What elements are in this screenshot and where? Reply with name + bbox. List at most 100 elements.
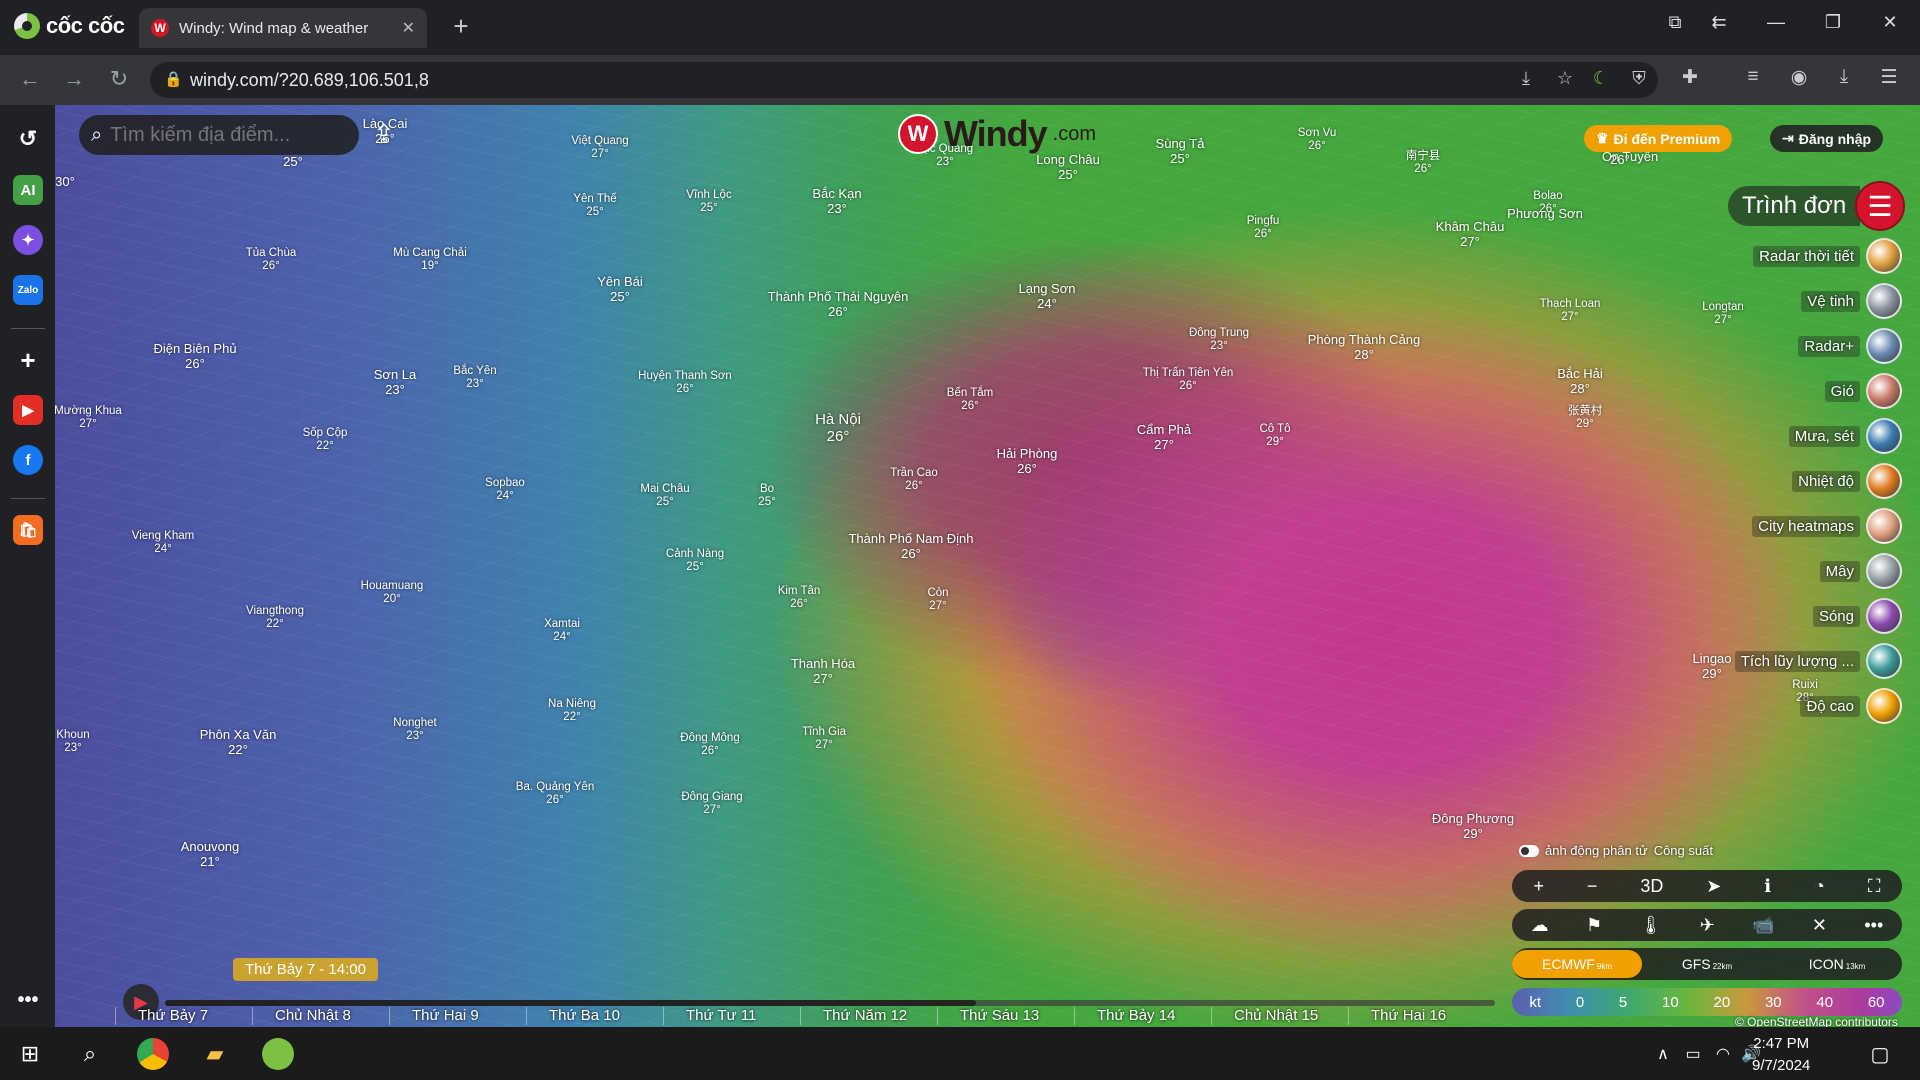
city-label[interactable]: Bến Tắm 26° (947, 387, 993, 413)
zoom-out-button[interactable]: − (1587, 876, 1598, 897)
layer-item[interactable]: Vệ tinh (1801, 283, 1902, 319)
timeline-day[interactable]: Thứ Tư 11 (663, 1007, 800, 1025)
particle-animation-toggle[interactable]: ảnh động phân tử Công suất (1519, 843, 1713, 858)
shopee-icon[interactable]: 🛍 (13, 515, 43, 545)
timeline-day[interactable]: Thứ Bảy 7 (115, 1007, 252, 1025)
city-label[interactable]: Điện Biên Phủ 26° (153, 341, 236, 372)
restore-button[interactable]: ❐ (1813, 12, 1853, 33)
city-label[interactable]: Thị Trấn Tiên Yên 26° (1143, 367, 1234, 393)
hamburger-menu-button[interactable]: ☰ (1855, 181, 1905, 231)
city-label[interactable]: Thanh Hóa 27° (791, 656, 855, 687)
city-label[interactable]: Vieng Kham 24° (132, 530, 194, 556)
install-app-icon[interactable]: ⤓ (1511, 68, 1541, 89)
timeline-day[interactable]: Thứ Sáu 13 (937, 1007, 1074, 1025)
city-label[interactable]: Viangthong 22° (246, 605, 304, 631)
url-text[interactable]: windy.com/?20.689,106.501,8 (190, 70, 429, 91)
city-label[interactable]: Thạch Loan 27° (1540, 298, 1601, 324)
coccoc-taskbar-icon[interactable] (262, 1038, 294, 1070)
extensions-icon[interactable]: ✚ (1673, 66, 1707, 89)
layer-item[interactable]: Mưa, sét (1788, 418, 1902, 454)
close-window-button[interactable]: ✕ (1870, 12, 1910, 33)
flag-icon[interactable]: ⚑ (1586, 915, 1602, 936)
city-label[interactable]: Yên Thế 25° (573, 193, 616, 219)
3d-button[interactable]: 3D (1640, 876, 1663, 897)
city-label[interactable]: Mường Khua 27° (55, 405, 122, 431)
reload-button[interactable]: ↻ (102, 66, 136, 92)
minimize-button[interactable]: — (1756, 12, 1796, 33)
city-label[interactable]: Thành Phố Nam Định 26° (848, 531, 973, 562)
city-label[interactable]: Xamtai 24° (544, 618, 580, 644)
active-tab[interactable]: W Windy: Wind map & weather ✕ (139, 8, 427, 48)
city-label[interactable]: Cẩm Phả 27° (1137, 422, 1191, 453)
menu-label[interactable]: Trình đơn (1728, 186, 1861, 226)
current-time-bubble[interactable]: Thứ Bảy 7 - 14:00 (233, 958, 378, 981)
city-label[interactable]: Cô Tô 29° (1259, 423, 1290, 449)
shield-icon[interactable]: ⛨ (1624, 68, 1654, 89)
city-label[interactable]: Khâm Châu 27° (1436, 219, 1505, 250)
city-label[interactable]: Hải Phòng 26° (997, 446, 1058, 477)
city-label[interactable]: Cảnh Nàng 25° (666, 548, 724, 574)
browser-brand[interactable]: cốc cốc (14, 13, 125, 39)
timeline-day[interactable]: Chủ Nhật 15 (1211, 1007, 1348, 1025)
layer-item[interactable]: Nhiệt độ (1792, 463, 1902, 499)
ai-assistant-icon[interactable]: AI (13, 175, 43, 205)
city-label[interactable]: Huyện Thanh Sơn 26° (638, 370, 732, 396)
share-icon[interactable]: ⇪ (373, 119, 395, 150)
city-label[interactable]: Sùng Tả 25° (1156, 136, 1205, 167)
battery-icon[interactable]: ▭ (1677, 1038, 1709, 1070)
city-label[interactable]: 张黄村 29° (1568, 405, 1603, 431)
city-label[interactable]: 25° (283, 154, 303, 170)
premium-button[interactable]: ♛ Đi đến Premium (1584, 125, 1733, 152)
city-label[interactable]: Pingfu 26° (1247, 215, 1280, 241)
city-label[interactable]: Nonghet 23° (393, 717, 436, 743)
timeline-day[interactable]: Thứ Ba 10 (526, 1007, 663, 1025)
close-tab-icon[interactable]: ✕ (402, 18, 415, 38)
city-label[interactable]: Yên Bái 25° (597, 274, 643, 305)
layer-item[interactable]: Gió (1824, 373, 1902, 409)
screen-capture-icon[interactable]: ⧉ (1655, 12, 1695, 33)
timeline-day[interactable]: Thứ Hai 9 (389, 1007, 526, 1025)
city-label[interactable]: Đông Phương 29° (1432, 811, 1514, 842)
city-label[interactable]: Kim Tân 26° (778, 585, 821, 611)
webcam-icon[interactable]: 📹 (1752, 915, 1774, 936)
city-label[interactable]: Bolao 26° (1533, 190, 1562, 216)
more-icon[interactable]: ••• (13, 985, 43, 1015)
weather-map[interactable]: Lào Cai 26° Việt Quang 27° Lục Quang 23° Long … (55, 105, 1920, 1027)
windows-start-icon[interactable]: ⊞ (14, 1038, 46, 1070)
login-button[interactable]: ⇥ Đăng nhập (1770, 125, 1884, 152)
search-icon[interactable]: ⌕ (74, 1038, 106, 1070)
city-label[interactable]: Bắc Yên 23° (453, 365, 496, 391)
messenger-icon[interactable]: ✦ (13, 225, 43, 255)
search-input[interactable] (110, 123, 331, 147)
city-label[interactable]: Đông Mông 26° (680, 732, 739, 758)
zoom-in-button[interactable]: + (1533, 876, 1544, 897)
layer-item[interactable]: Độ cao (1800, 688, 1902, 724)
add-sidebar-app-icon[interactable]: + (13, 345, 43, 375)
city-label[interactable]: Việt Quang 27° (571, 135, 628, 161)
city-label[interactable]: 南宁县 26° (1406, 150, 1441, 176)
chevron-up-icon[interactable]: ∧ (1647, 1038, 1679, 1070)
media-queue-icon[interactable]: ≡ (1736, 66, 1770, 88)
city-label[interactable]: Đông Trung 23° (1189, 327, 1249, 353)
notifications-icon[interactable]: ▢ (1864, 1038, 1896, 1070)
city-label[interactable]: Mù Cang Chải 19° (393, 247, 467, 273)
city-label[interactable]: Lạng Sơn 24° (1019, 281, 1076, 312)
info-icon[interactable]: ℹ (1764, 876, 1771, 897)
airport-icon[interactable]: ✈ (1700, 915, 1715, 936)
locate-icon[interactable]: ➤ (1706, 876, 1721, 897)
city-label[interactable]: Đông Giang 27° (681, 791, 742, 817)
fullscreen-icon[interactable]: ⛶ (1868, 876, 1881, 897)
city-label[interactable]: Mai Châu 25° (640, 483, 689, 509)
address-bar[interactable]: 🔒 windy.com/?20.689,106.501,8 ⤓ ☆ ☾ ⛨ (150, 62, 1658, 98)
chrome-icon[interactable] (137, 1038, 169, 1070)
model-option[interactable]: ECMWF 9km (1512, 950, 1642, 978)
city-label[interactable]: Thành Phố Thái Nguyên 26° (768, 289, 909, 320)
bookmark-star-icon[interactable]: ☆ (1550, 68, 1580, 89)
layer-item[interactable]: Radar+ (1798, 328, 1902, 364)
system-clock[interactable]: 2:47 PM 9/7/2024 (1752, 1033, 1810, 1077)
city-label[interactable]: Bo 25° (758, 483, 775, 509)
city-label[interactable]: Sốp Cộp 22° (303, 427, 348, 453)
city-label[interactable]: 26° (1610, 152, 1630, 168)
timeline-day[interactable]: Thứ Năm 12 (800, 1007, 937, 1025)
youtube-icon[interactable]: ▶ (13, 395, 43, 425)
